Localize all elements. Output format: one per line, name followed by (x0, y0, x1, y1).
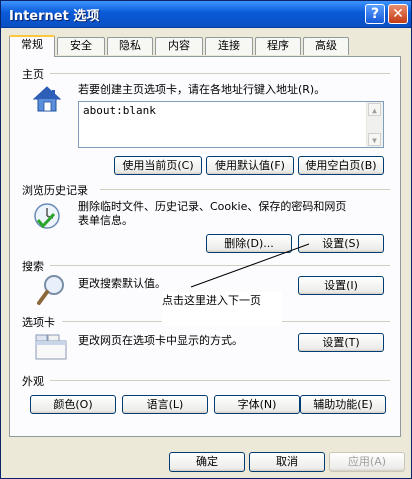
search-title: 搜索 (22, 258, 48, 274)
tab-content[interactable]: 内容 (155, 37, 203, 55)
fonts-button[interactable]: 字体(N) (214, 395, 300, 414)
annotation-text: 点击这里进入下一页 (162, 294, 261, 307)
history-clock-icon (32, 200, 64, 232)
apply-button[interactable]: 应用(A) (329, 452, 405, 472)
close-button[interactable]: ✕ (388, 4, 408, 24)
search-divider (50, 265, 390, 266)
history-settings-button[interactable]: 设置(S) (298, 234, 384, 253)
languages-button[interactable]: 语言(L) (122, 395, 208, 414)
homepage-scrollbar[interactable]: ▲ ▼ (366, 102, 383, 147)
internet-options-dialog: Internet 选项 ? ✕ 常规 安全 隐私 内容 连接 程序 高级 主页 … (0, 0, 412, 479)
help-button[interactable]: ? (365, 4, 385, 24)
accessibility-button[interactable]: 辅助功能(E) (300, 395, 386, 414)
ok-button[interactable]: 确定 (169, 452, 245, 472)
appearance-divider (50, 380, 390, 381)
use-blank-button[interactable]: 使用空白页(B) (298, 156, 384, 175)
scroll-up-icon[interactable]: ▲ (368, 103, 381, 116)
title-bar[interactable]: Internet 选项 ? ✕ (1, 1, 411, 28)
homepage-title: 主页 (22, 66, 48, 82)
colors-button[interactable]: 颜色(O) (30, 395, 116, 414)
annotation-note: 点击这里进入下一页 (162, 292, 282, 326)
history-title: 浏览历史记录 (22, 182, 92, 198)
home-icon (32, 84, 62, 114)
tabs-description: 更改网页在选项卡中显示的方式。 (78, 334, 243, 347)
appearance-title: 外观 (22, 373, 48, 389)
search-magnifier-icon (36, 273, 68, 307)
search-description: 更改搜索默认值。 (78, 277, 166, 290)
homepage-divider (50, 73, 390, 74)
search-settings-button[interactable]: 设置(I) (298, 276, 384, 295)
tabs-settings-button[interactable]: 设置(T) (298, 333, 384, 352)
cancel-button[interactable]: 取消 (249, 452, 325, 472)
tab-security[interactable]: 安全 (57, 37, 105, 55)
history-description-line1: 删除临时文件、历史记录、Cookie、保存的密码和网页 (78, 200, 347, 213)
general-panel: 主页 若要创建主页选项卡，请在各地址行键入地址(R)。 about:blank … (9, 56, 401, 437)
tabs-window-icon (34, 331, 68, 361)
history-description-line2: 表单信息。 (78, 214, 133, 227)
tab-privacy[interactable]: 隐私 (107, 37, 153, 55)
tab-general[interactable]: 常规 (9, 35, 55, 57)
homepage-address-value: about:blank (83, 104, 156, 117)
tab-connections[interactable]: 连接 (205, 37, 253, 55)
window-title: Internet 选项 (9, 9, 100, 24)
homepage-description: 若要创建主页选项卡，请在各地址行键入地址(R)。 (78, 83, 326, 96)
history-divider (100, 189, 390, 190)
tab-advanced[interactable]: 高级 (303, 37, 349, 55)
use-default-button[interactable]: 使用默认值(F) (206, 156, 294, 175)
tab-programs[interactable]: 程序 (255, 37, 301, 55)
homepage-address-field[interactable]: about:blank ▲ ▼ (78, 101, 384, 148)
delete-history-button[interactable]: 删除(D)... (206, 234, 292, 253)
scroll-down-icon[interactable]: ▼ (368, 133, 381, 146)
use-current-page-button[interactable]: 使用当前页(C) (114, 156, 202, 175)
tabs-group-title: 选项卡 (22, 314, 59, 330)
